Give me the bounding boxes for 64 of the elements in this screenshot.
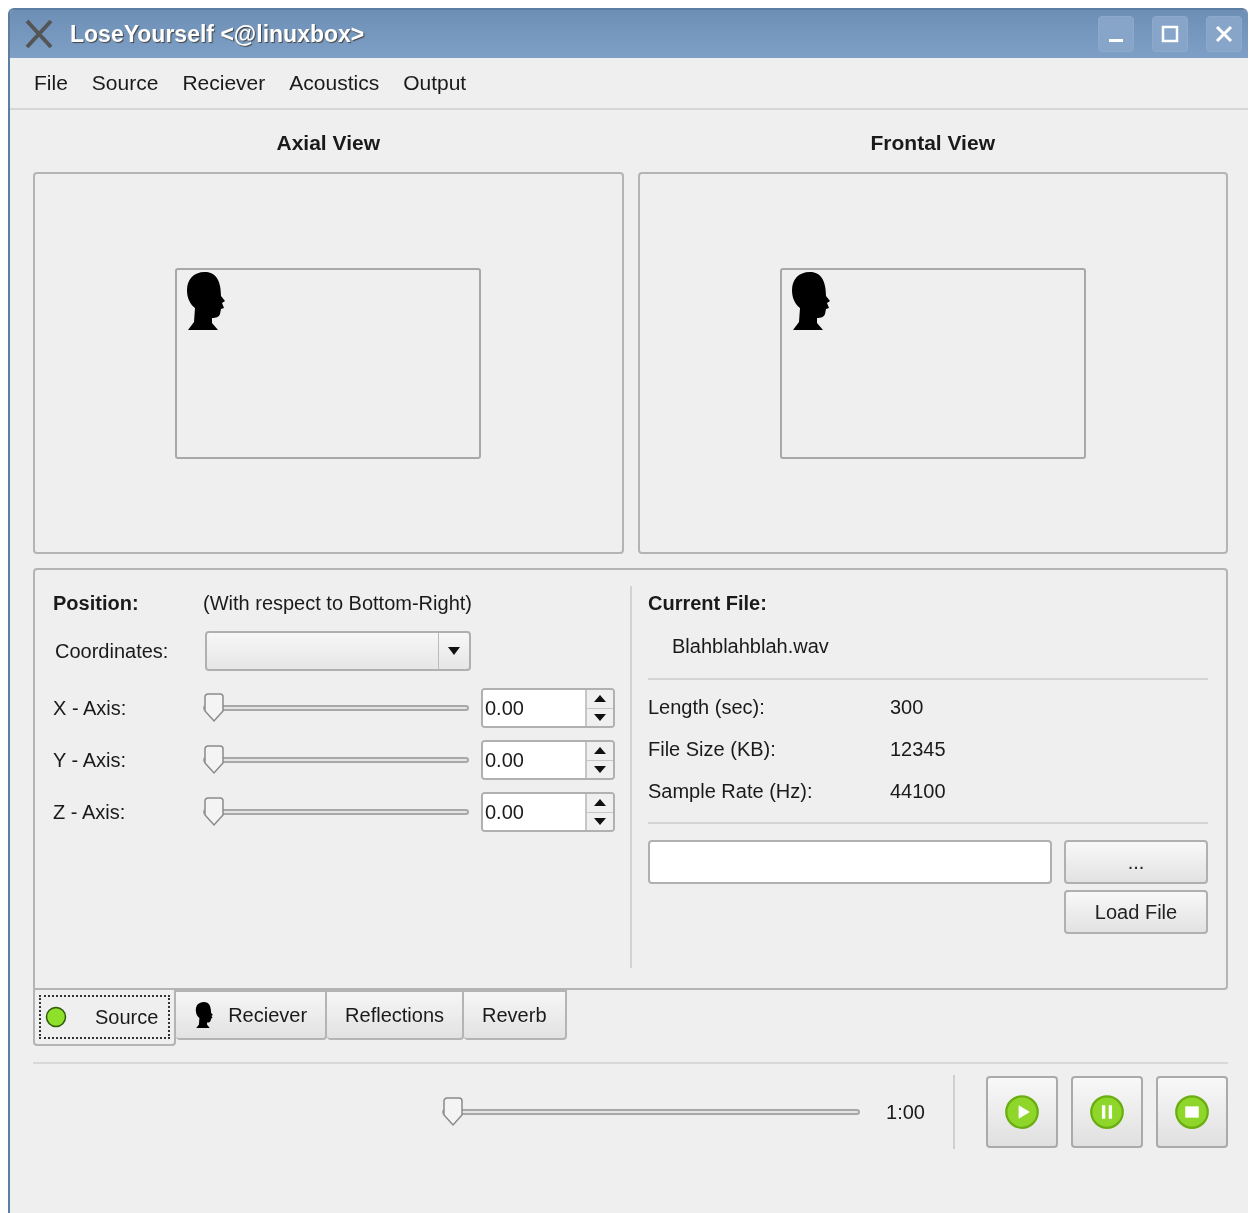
info-value: 12345	[890, 737, 946, 761]
play-icon	[1004, 1094, 1040, 1130]
info-label: Sample Rate (Hz):	[648, 779, 814, 803]
window-title: LoseYourself <@linuxbox>	[70, 20, 366, 48]
info-label: Length (sec):	[648, 695, 766, 719]
play-button[interactable]	[986, 1076, 1058, 1148]
down-arrow-icon	[594, 817, 606, 825]
maximize-icon	[1161, 25, 1179, 43]
close-icon	[1215, 25, 1233, 43]
tab[interactable]: Reverb	[464, 990, 567, 1040]
down-arrow-icon	[594, 713, 606, 721]
tab[interactable]: Reflections	[327, 990, 465, 1040]
pause-icon	[1089, 1094, 1125, 1130]
info-value: 44100	[890, 779, 946, 803]
menu-item[interactable]: Acoustics	[277, 71, 392, 95]
tab[interactable]: Reciever	[176, 990, 328, 1040]
down-arrow-icon	[594, 765, 606, 773]
slider[interactable]	[203, 693, 469, 723]
up-arrow-icon	[594, 695, 606, 703]
section-label: Current File:	[648, 591, 767, 615]
file-name: Blahblahblah.wav	[671, 634, 829, 658]
slider[interactable]	[442, 1097, 861, 1127]
axis-label: X - Axis:	[53, 696, 128, 720]
close-button[interactable]	[1206, 16, 1242, 52]
dropdown-arrow-icon	[448, 647, 460, 655]
minimize-button[interactable]	[1098, 16, 1134, 52]
coordinates-dropdown[interactable]	[205, 631, 471, 671]
slider-thumb[interactable]	[203, 745, 225, 775]
info-label: File Size (KB):	[648, 737, 777, 761]
menu-item[interactable]: File	[22, 71, 80, 95]
load-file-button[interactable]: Load File	[1064, 890, 1208, 934]
view-title: Axial View	[276, 130, 380, 156]
slider-thumb[interactable]	[203, 797, 225, 827]
axis-label: Y - Axis:	[53, 748, 127, 772]
browse-button[interactable]: ...	[1064, 840, 1208, 884]
maximize-button[interactable]	[1152, 16, 1188, 52]
menu-item[interactable]: Reciever	[170, 71, 278, 95]
spin-box[interactable]: 0.00	[481, 740, 615, 780]
section-label: Position:	[53, 591, 139, 614]
file-path-field[interactable]	[648, 840, 1052, 884]
view-title: Frontal View	[870, 130, 995, 156]
slider-thumb[interactable]	[442, 1097, 465, 1127]
time-label: 1:00	[886, 1100, 925, 1124]
slider[interactable]	[203, 745, 469, 775]
menu-item[interactable]: Output	[391, 71, 479, 95]
stop-button[interactable]	[1156, 1076, 1228, 1148]
head-silhouette-icon	[194, 1001, 215, 1029]
stop-icon	[1174, 1094, 1210, 1130]
axis-label: Z - Axis:	[53, 800, 127, 824]
minimize-icon	[1109, 38, 1123, 42]
up-arrow-icon	[594, 799, 606, 807]
up-arrow-icon	[594, 747, 606, 755]
pause-button[interactable]	[1071, 1076, 1143, 1148]
tab[interactable]: Source	[33, 990, 177, 1046]
status-dot-icon	[45, 1006, 67, 1028]
position-note: (With respect to Bottom-Right)	[203, 591, 472, 615]
slider-thumb[interactable]	[203, 693, 225, 723]
spin-box[interactable]: 0.00	[481, 688, 615, 728]
x-logo-icon	[24, 19, 54, 49]
spin-box[interactable]: 0.00	[481, 792, 615, 832]
menu-item[interactable]: Source	[79, 71, 171, 95]
info-value: 300	[890, 695, 924, 719]
field-label: Coordinates:	[54, 639, 170, 663]
slider[interactable]	[203, 797, 469, 827]
